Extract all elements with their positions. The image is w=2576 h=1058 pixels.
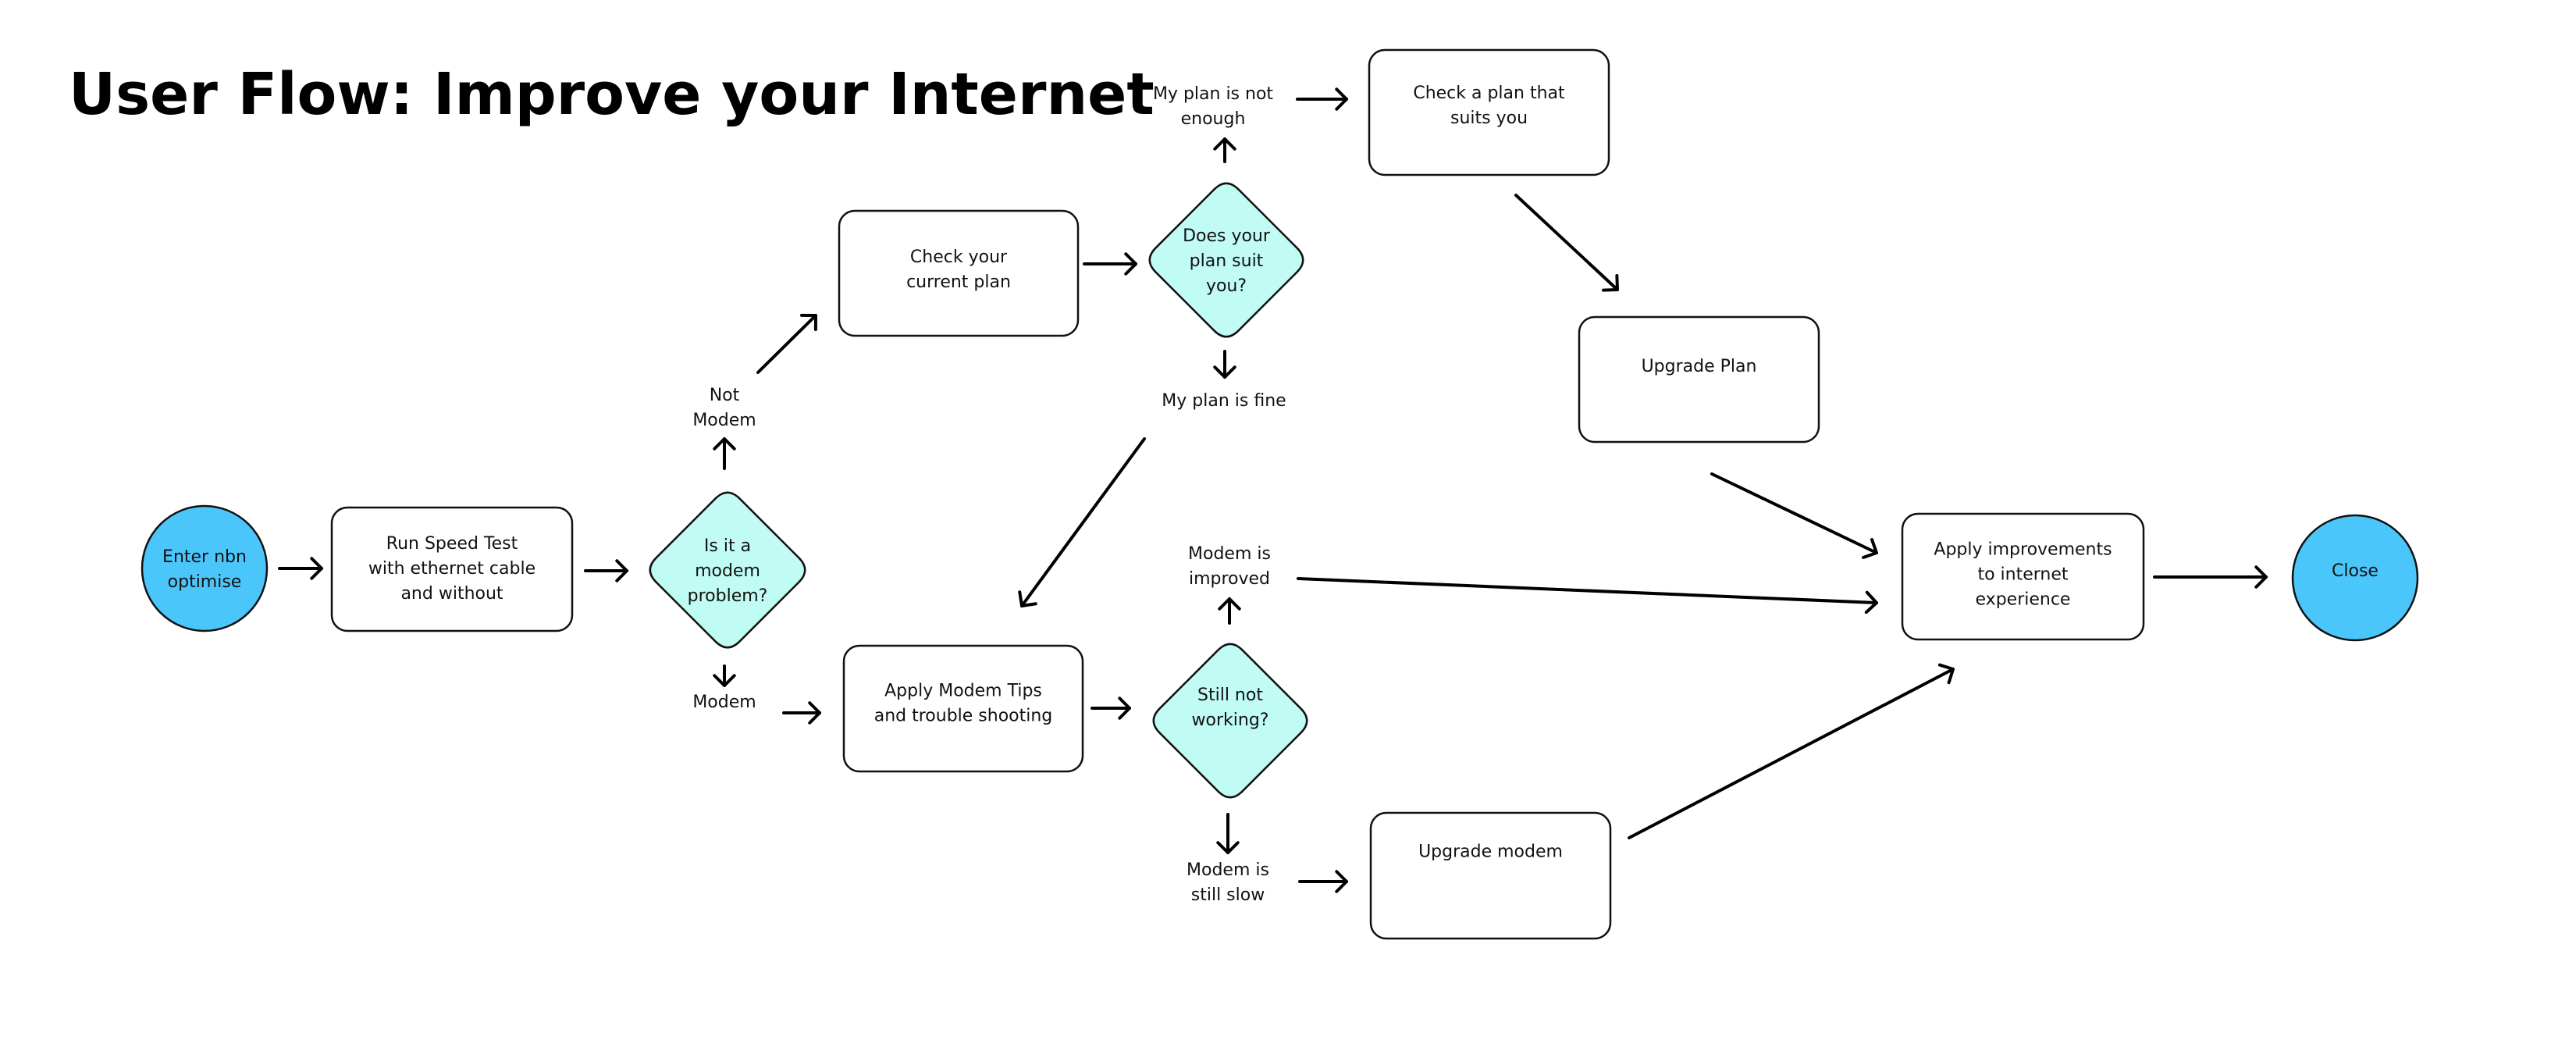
connector-line (1297, 577, 1878, 604)
speed-test-line: with ethernet cable (368, 559, 535, 579)
connector-line (756, 314, 817, 374)
edges-layer (278, 87, 2268, 893)
node-upgrade-modem[interactable]: Upgrade modem (1369, 811, 1612, 940)
edge-modem-tips-to-still-not-working (1091, 696, 1131, 720)
node-close[interactable]: Close (2291, 514, 2419, 642)
edge-enter-to-speed-test (278, 557, 323, 580)
branch-label-modem-improved: Modem is improved (1188, 544, 1271, 589)
upgrade-plan-process-box (1578, 315, 1820, 444)
enter-line: Enter nbn (162, 547, 247, 567)
plan-suit-line: plan suit (1190, 251, 1264, 271)
user-flow-diagram: User Flow: Improve your Internet Enter n… (69, 48, 2419, 940)
edge-plan-fine-to-modem-tips (1018, 437, 1146, 607)
branch-label-modem: Modem (692, 693, 756, 712)
branch-label-plan-fine: My plan is fine (1162, 391, 1286, 411)
branch-label-not-modem: Not Modem (692, 386, 756, 430)
edge-modem-improved-to-apply-improvements (1297, 577, 1878, 614)
plan-not-enough-line: My plan is not (1153, 84, 1273, 104)
close-line: Close (2332, 561, 2379, 581)
node-apply-improvements[interactable]: Apply improvements to internet experience (1901, 512, 2145, 641)
upgrade-plan-line: Upgrade Plan (1642, 357, 1757, 376)
upgrade-modem-line: Upgrade modem (1418, 842, 1563, 862)
edge-modem-still-slow-to-upgrade-modem (1298, 870, 1348, 893)
edge-check-current-plan-to-plan-suit (1083, 252, 1137, 276)
node-speed-test[interactable]: Run Speed Test with ethernet cable and wit… (330, 506, 574, 632)
connector-line (1020, 437, 1146, 607)
still-not-working-line: Still not (1197, 686, 1263, 705)
edge-plan-not-enough-to-check-plan-suits (1296, 87, 1348, 111)
page-title: User Flow: Improve your Internet (69, 61, 1155, 128)
plan-suit-line: Does your (1183, 226, 1271, 246)
enter-terminal-shape (141, 504, 269, 632)
edge-plan-suit-to-plan-fine (1213, 350, 1236, 379)
edge-modem-to-modem-tips (782, 701, 821, 725)
connector-line (1710, 472, 1878, 554)
edge-still-not-working-to-modem-still-slow (1216, 813, 1240, 854)
modem-problem-line: Is it a (704, 536, 751, 556)
speed-test-line: Run Speed Test (386, 534, 518, 554)
check-plan-suits-line: Check a plan that (1413, 84, 1565, 103)
check-current-plan-line: Check your (910, 248, 1008, 267)
edge-speed-test-to-modem-problem (584, 559, 628, 582)
apply-improvements-line: to internet (1977, 565, 2068, 585)
modem-tips-line: Apply Modem Tips (884, 682, 1042, 701)
node-still-not-working[interactable]: Still not working? (1152, 643, 1308, 799)
edge-upgrade-modem-to-apply-improvements (1628, 663, 1955, 839)
check-current-plan-line: current plan (906, 273, 1011, 292)
branch-label-modem-still-slow: Modem is still slow (1187, 860, 1269, 905)
modem-problem-line: modem (695, 561, 760, 581)
branch-label-plan-not-enough: My plan is not enough (1153, 84, 1273, 129)
modem-problem-line: problem? (688, 586, 768, 606)
edge-check-plan-suits-to-upgrade-plan (1514, 194, 1619, 292)
modem-tips-line: and trouble shooting (874, 707, 1053, 726)
edge-not-modem-to-check-current-plan (756, 313, 817, 374)
upgrade-modem-process-box (1369, 811, 1612, 940)
still-not-working-line: working? (1192, 711, 1269, 730)
edge-still-not-working-to-modem-improved (1218, 597, 1241, 625)
apply-improvements-line: experience (1976, 590, 2071, 610)
node-enter[interactable]: Enter nbn optimise (141, 504, 269, 632)
modem-still-slow-line: Modem is (1187, 860, 1269, 880)
nodes-layer: Enter nbn optimise Run Speed Test with ethe… (141, 48, 2419, 940)
node-upgrade-plan[interactable]: Upgrade Plan (1578, 315, 1820, 444)
not-modem-line: Modem (692, 411, 756, 430)
modem-still-slow-line: still slow (1191, 885, 1265, 905)
modem-improved-line: improved (1189, 569, 1270, 589)
node-check-plan-suits[interactable]: Check a plan that suits you (1368, 48, 1610, 176)
edge-modem-problem-to-not-modem (713, 437, 736, 470)
check-plan-suits-line: suits you (1450, 109, 1528, 128)
node-plan-suit[interactable]: Does your plan suit you? (1148, 182, 1304, 338)
plan-suit-line: you? (1206, 276, 1247, 296)
connector-line (1628, 668, 1955, 839)
plan-fine-line: My plan is fine (1162, 391, 1286, 411)
not-modem-line: Not (710, 386, 740, 405)
edge-upgrade-plan-to-apply-improvements (1710, 472, 1878, 559)
edge-plan-suit-to-plan-not-enough (1213, 137, 1236, 163)
speed-test-line: and without (400, 584, 503, 604)
node-modem-problem[interactable]: Is it a modem problem? (649, 491, 806, 649)
edge-apply-improvements-to-close (2153, 565, 2268, 589)
connector-line (1514, 194, 1619, 291)
node-check-current-plan[interactable]: Check your current plan (838, 209, 1080, 337)
modem-line: Modem (692, 693, 756, 712)
enter-line: optimise (168, 572, 242, 592)
node-modem-tips[interactable]: Apply Modem Tips and trouble shooting (842, 644, 1084, 773)
edge-modem-problem-to-modem (713, 664, 736, 687)
plan-not-enough-line: enough (1181, 109, 1246, 129)
modem-improved-line: Modem is (1188, 544, 1271, 564)
apply-improvements-line: Apply improvements (1934, 540, 2112, 560)
